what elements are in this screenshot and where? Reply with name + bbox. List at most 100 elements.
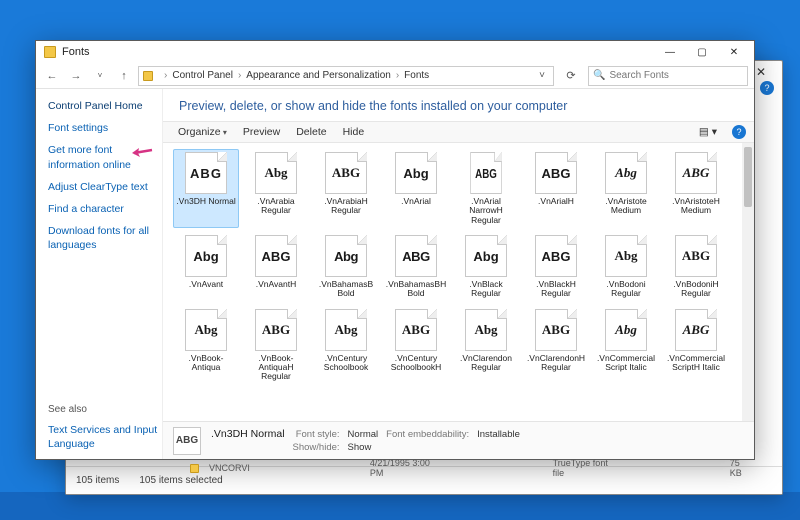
recent-dropdown[interactable]: ˅ — [90, 66, 110, 86]
help-icon[interactable]: ? — [732, 125, 746, 139]
nav-toolbar: ← → ˅ ↑ › Control Panel › Appearance and… — [36, 63, 754, 89]
organize-button[interactable]: Organize — [171, 124, 234, 140]
font-label: .VnBodoniH Regular — [666, 280, 726, 299]
font-item[interactable]: Abg.VnBodoni Regular — [593, 232, 659, 302]
titlebar[interactable]: Fonts — ▢ ✕ — [36, 41, 754, 63]
font-label: .VnAvantH — [256, 280, 296, 289]
window-title: Fonts — [62, 46, 90, 58]
view-options-button[interactable]: ▤ ▾ — [692, 124, 724, 140]
details-v-embed: Installable — [477, 429, 520, 440]
font-item[interactable]: Abg.VnBlack Regular — [453, 232, 519, 302]
bg-list-row[interactable]: VNCORVI 4/21/1995 3:00 PM TrueType font … — [190, 458, 750, 478]
maximize-button[interactable]: ▢ — [686, 42, 718, 62]
font-preview-icon: ABG — [535, 152, 577, 194]
font-item[interactable]: Abg.VnBahamasB Bold — [313, 232, 379, 302]
font-preview-icon: ABG — [395, 309, 437, 351]
bg-row-size: 75 KB — [730, 458, 750, 478]
font-preview-icon: ABG — [535, 309, 577, 351]
font-label: .VnAristote Medium — [596, 197, 656, 216]
details-v-show: Show — [348, 442, 379, 453]
bg-close-button[interactable]: ✕ — [756, 65, 766, 79]
font-item[interactable]: Abg .VnArial — [383, 149, 449, 228]
font-item[interactable]: ABG.VnArabiaH Regular — [313, 149, 379, 228]
font-item[interactable]: Abg.VnCentury Schoolbook — [313, 306, 379, 385]
font-item[interactable]: ABG.VnBodoniH Regular — [663, 232, 729, 302]
font-preview-icon: ABG — [470, 152, 502, 194]
preview-button[interactable]: Preview — [236, 124, 287, 140]
font-label: .VnAvant — [189, 280, 223, 289]
font-label: .VnBahamasB Bold — [316, 280, 376, 299]
details-pane: ABG .Vn3DH Normal Font style: Normal Fon… — [163, 421, 754, 459]
details-k-show: Show/hide: — [293, 442, 340, 453]
font-item[interactable]: ABG.VnClarendonH Regular — [523, 306, 589, 385]
sidebar-cleartype[interactable]: Adjust ClearType text — [48, 180, 162, 194]
font-item[interactable]: ABG.Vn3DH Normal — [173, 149, 239, 228]
up-button[interactable]: ↑ — [114, 66, 134, 86]
font-item[interactable]: ABG.VnCommercial ScriptH Italic — [663, 306, 729, 385]
sidebar-text-services[interactable]: Text Services and Input Language — [48, 423, 162, 451]
font-label: .VnArial — [401, 197, 431, 206]
details-k-style: Font style: — [293, 429, 340, 440]
crumb-control-panel[interactable]: Control Panel — [172, 70, 233, 81]
font-item[interactable]: Abg.VnClarendon Regular — [453, 306, 519, 385]
font-item[interactable]: ABG.VnCentury SchoolbookH — [383, 306, 449, 385]
font-label: .VnCommercial ScriptH Italic — [666, 354, 726, 373]
scrollbar[interactable] — [742, 143, 754, 421]
forward-button[interactable]: → — [66, 66, 86, 86]
font-label: .VnBlack Regular — [456, 280, 516, 299]
font-label: .VnAristoteH Medium — [666, 197, 726, 216]
sidebar-download-fonts[interactable]: Download fonts for all languages — [48, 224, 162, 252]
font-item[interactable]: ABG.VnArial NarrowH Regular — [453, 149, 519, 228]
address-dropdown[interactable]: ˅ — [535, 70, 549, 81]
sidebar: Control Panel Home Font settings Get mor… — [36, 89, 162, 459]
sidebar-find-char[interactable]: Find a character — [48, 202, 162, 216]
font-item[interactable]: ABG.VnBlackH Regular — [523, 232, 589, 302]
scrollbar-thumb[interactable] — [744, 147, 752, 207]
font-preview-icon: Abg — [185, 309, 227, 351]
hide-button[interactable]: Hide — [336, 124, 372, 140]
font-item[interactable]: Abg .VnAvant — [173, 232, 239, 302]
main-pane: Preview, delete, or show and hide the fo… — [162, 89, 754, 459]
font-grid[interactable]: ABG.Vn3DH NormalAbg.VnArabia RegularABG.… — [163, 143, 754, 389]
font-preview-icon: Abg — [185, 235, 227, 277]
details-font-icon: ABG — [173, 427, 201, 455]
search-box[interactable]: 🔍 — [588, 66, 748, 86]
refresh-button[interactable]: ⟳ — [562, 67, 580, 85]
font-preview-icon: Abg — [465, 309, 507, 351]
back-button[interactable]: ← — [42, 66, 62, 86]
font-preview-icon: Abg — [395, 152, 437, 194]
bg-status-count: 105 items — [76, 475, 119, 486]
font-item[interactable]: ABG.VnArialH — [523, 149, 589, 228]
address-bar[interactable]: › Control Panel › Appearance and Persona… — [138, 66, 554, 86]
details-name: .Vn3DH Normal — [211, 428, 285, 440]
font-label: .VnCommercial Script Italic — [596, 354, 656, 373]
annotation-arrow-icon — [132, 147, 156, 159]
crumb-appearance[interactable]: Appearance and Personalization — [246, 70, 391, 81]
font-item[interactable]: ABG.VnBahamasBH Bold — [383, 232, 449, 302]
font-item[interactable]: Abg.VnArabia Regular — [243, 149, 309, 228]
font-preview-icon: ABG — [535, 235, 577, 277]
font-item[interactable]: ABG.VnAristoteH Medium — [663, 149, 729, 228]
crumb-fonts[interactable]: Fonts — [404, 70, 429, 81]
bg-help-icon[interactable]: ? — [760, 81, 774, 95]
bg-row-date: 4/21/1995 3:00 PM — [370, 458, 433, 478]
delete-button[interactable]: Delete — [289, 124, 333, 140]
font-label: .VnBahamasBH Bold — [386, 280, 446, 299]
font-label: .VnBook-Antiqua — [176, 354, 236, 373]
font-item[interactable]: Abg .VnBook-Antiqua — [173, 306, 239, 385]
font-item[interactable]: ABG.VnAvantH — [243, 232, 309, 302]
font-item[interactable]: Abg.VnCommercial Script Italic — [593, 306, 659, 385]
search-input[interactable] — [609, 70, 743, 81]
font-item[interactable]: ABG.VnBook-AntiquaH Regular — [243, 306, 309, 385]
fonts-folder-icon — [44, 46, 56, 58]
font-item[interactable]: Abg .VnAristote Medium — [593, 149, 659, 228]
sidebar-home[interactable]: Control Panel Home — [48, 99, 162, 113]
sidebar-font-settings[interactable]: Font settings — [48, 121, 162, 135]
search-icon: 🔍 — [593, 70, 605, 81]
close-button[interactable]: ✕ — [718, 42, 750, 62]
command-bar: Organize Preview Delete Hide ▤ ▾ ? — [163, 121, 754, 143]
bg-row-type: TrueType font file — [553, 458, 610, 478]
minimize-button[interactable]: — — [654, 42, 686, 62]
font-label: .Vn3DH Normal — [176, 197, 236, 206]
font-preview-icon: Abg — [605, 152, 647, 194]
